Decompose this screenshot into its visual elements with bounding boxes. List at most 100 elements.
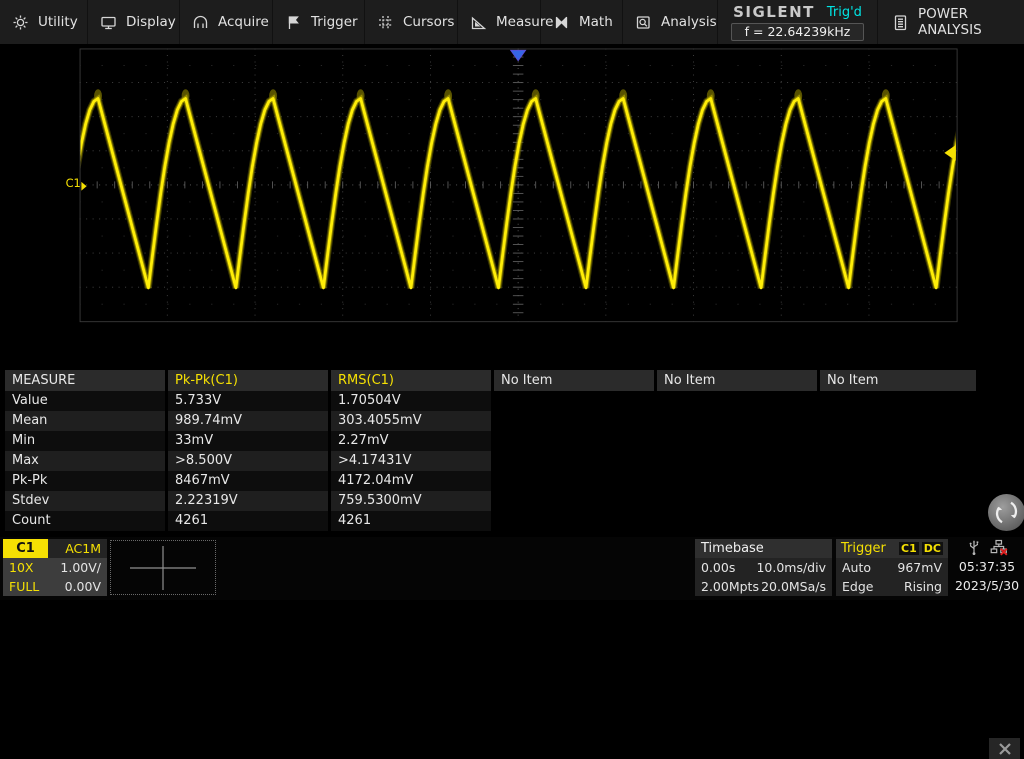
measure-row-value: >8.500V: [168, 451, 328, 471]
clock-panel: 05:37:35 2023/5/30: [952, 538, 1022, 595]
timebase-scale: 10.0ms/div: [756, 560, 826, 575]
menu-power-analysis[interactable]: POWER ANALYSIS: [878, 0, 1024, 44]
measure-row-label: Value: [5, 391, 165, 411]
menu-trigger[interactable]: Trigger: [273, 0, 365, 44]
menu-power-analysis-label: POWER ANALYSIS: [918, 6, 982, 38]
measure-col-empty-3[interactable]: No Item: [820, 370, 976, 391]
measure-row-value: >4.17431V: [331, 451, 491, 471]
trigger-type: Edge: [842, 579, 874, 594]
cursors-grid-icon: [379, 15, 392, 29]
measure-col-pkpk[interactable]: Pk-Pk(C1): [168, 370, 328, 391]
clipboard-icon: [894, 14, 907, 30]
timebase-title: Timebase: [695, 539, 832, 558]
measure-row-value: 2.22319V: [168, 491, 328, 511]
menu-analysis[interactable]: Analysis: [623, 0, 718, 44]
measure-row-label: Pk-Pk: [5, 471, 165, 491]
delay-position-box[interactable]: [110, 540, 216, 595]
siglent-logo: SIGLENT: [733, 3, 815, 21]
bottom-status-bar: C1 AC1M 10X 1.00V/ FULL 0.00V Timebase 0…: [0, 537, 1024, 600]
measure-row-value: 33mV: [168, 431, 328, 451]
measure-row-value: 4261: [331, 511, 491, 531]
clock-date: 2023/5/30: [954, 578, 1020, 593]
channel1-probe: 10X: [9, 560, 34, 575]
menu-acquire[interactable]: Acquire: [180, 0, 273, 44]
channel1-bandwidth: FULL: [9, 579, 40, 594]
timebase-panel[interactable]: Timebase 0.00s 10.0ms/div 2.00Mpts 20.0M…: [695, 539, 832, 596]
waveform-trace: [7, 89, 977, 290]
crosshair-icon: [130, 546, 196, 590]
acquire-arch-icon: [193, 15, 208, 28]
measure-col-rms[interactable]: RMS(C1): [331, 370, 491, 391]
menu-utility-label: Utility: [38, 14, 78, 30]
trigger-level: 967mV: [897, 560, 942, 575]
measure-row-value: 8467mV: [168, 471, 328, 491]
timebase-delay: 0.00s: [701, 560, 736, 575]
measure-table: MEASURE Pk-Pk(C1) RMS(C1) No Item No Ite…: [0, 368, 1024, 759]
trigger-level-marker[interactable]: [944, 144, 956, 161]
close-icon: [998, 742, 1011, 755]
measure-col-empty-1[interactable]: No Item: [494, 370, 654, 391]
circular-arrows-icon: [995, 501, 1018, 524]
measure-row-value: 2.27mV: [331, 431, 491, 451]
measure-table-close-button[interactable]: [989, 738, 1020, 759]
measure-row-label: Mean: [5, 411, 165, 431]
trigger-position-marker[interactable]: [509, 49, 527, 62]
menu-trigger-label: Trigger: [311, 14, 358, 30]
trigger-status-badge: Trig'd: [826, 4, 862, 20]
measure-row-label: Count: [5, 511, 165, 531]
measure-table-corner: MEASURE: [5, 370, 165, 391]
measure-row-value: 989.74mV: [168, 411, 328, 431]
analysis-magnifier-icon: [636, 15, 650, 29]
measure-row-value: 4172.04mV: [331, 471, 491, 491]
trigger-source-badge: C1: [899, 542, 919, 555]
display-icon: [101, 16, 116, 29]
channel1-badge[interactable]: C1: [3, 539, 48, 558]
channel1-marker-arrow-icon: [81, 181, 87, 191]
menu-display-label: Display: [126, 14, 176, 30]
measure-row-label: Stdev: [5, 491, 165, 511]
brand-status-block: SIGLENT Trig'd f = 22.64239kHz: [718, 0, 878, 44]
trigger-mode: Auto: [842, 560, 872, 575]
measure-row-value: 4261: [168, 511, 328, 531]
menu-utility[interactable]: Utility: [0, 0, 88, 44]
scope-display[interactable]: C1: [0, 45, 1024, 366]
menu-acquire-label: Acquire: [218, 14, 269, 30]
measure-triangle-icon: [471, 16, 487, 29]
measure-col-empty-2[interactable]: No Item: [657, 370, 817, 391]
usb-icon: [969, 540, 979, 555]
menu-cursors-label: Cursors: [403, 14, 455, 30]
measure-row-value: 1.70504V: [331, 391, 491, 411]
frequency-counter-readout: f = 22.64239kHz: [730, 23, 865, 41]
measure-row-value: 5.733V: [168, 391, 328, 411]
trigger-panel[interactable]: Trigger C1 DC Auto 967mV Edge Rising: [836, 539, 948, 596]
channel1-offset: 0.00V: [64, 579, 101, 594]
menu-cursors[interactable]: Cursors: [365, 0, 458, 44]
measure-row-value: 759.5300mV: [331, 491, 491, 511]
trace-peak-fuzz: [969, 89, 977, 102]
timebase-memory: 2.00Mpts: [701, 579, 759, 594]
channel1-panel[interactable]: C1 AC1M 10X 1.00V/ FULL 0.00V: [3, 539, 107, 596]
measure-row-value: 303.4055mV: [331, 411, 491, 431]
menu-math-label: Math: [579, 14, 613, 30]
channel1-scale: 1.00V/: [60, 560, 101, 575]
channel1-coupling: AC1M: [48, 539, 107, 558]
measure-row-label: Min: [5, 431, 165, 451]
timebase-samplerate: 20.0MSa/s: [761, 579, 826, 594]
trace-peak-fuzz: [7, 89, 15, 102]
top-menu-bar: Utility Display Acquire Trigger Cursors …: [0, 0, 1024, 45]
trigger-coupling-badge: DC: [921, 542, 943, 555]
channel1-position-marker[interactable]: C1: [66, 176, 81, 190]
menu-measure[interactable]: Measure: [458, 0, 553, 44]
measure-row-label: Max: [5, 451, 165, 471]
lan-disconnected-icon: [990, 539, 1008, 556]
menu-display[interactable]: Display: [88, 0, 180, 44]
trigger-slope: Rising: [903, 579, 942, 594]
gear-icon: [13, 15, 28, 29]
rotation-knob[interactable]: [988, 494, 1024, 531]
menu-math[interactable]: Math: [541, 0, 623, 44]
trigger-flag-icon: [288, 15, 299, 29]
clock-time: 05:37:35: [958, 559, 1016, 574]
menu-analysis-label: Analysis: [661, 14, 717, 30]
math-bowtie-icon: [555, 16, 568, 28]
trigger-title: Trigger: [841, 541, 886, 556]
